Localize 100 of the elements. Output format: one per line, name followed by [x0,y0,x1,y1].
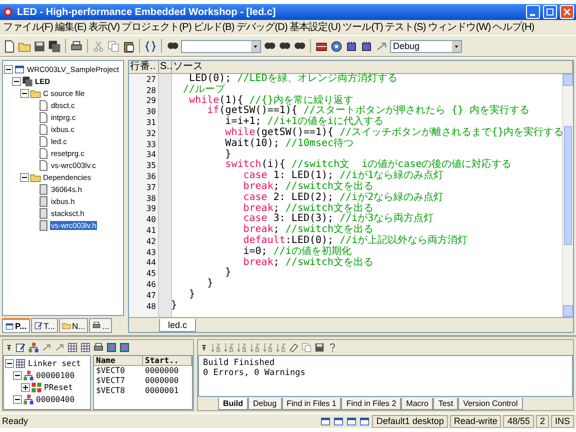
column-header[interactable]: ソース [172,61,573,73]
vertical-scrollbar[interactable] [562,74,573,317]
column-header[interactable]: Name [94,356,143,366]
close-button[interactable] [560,5,574,19]
code-line: break; //switch文を出る [242,204,374,214]
tree-item[interactable]: PReset [43,382,74,392]
code-line: } [206,279,214,290]
collapse-icon[interactable] [13,370,22,380]
help-icon[interactable] [327,342,338,353]
line-number: 41 [145,226,157,236]
file-icon [38,196,49,206]
tree-item[interactable]: Linker sect [27,358,82,368]
tree-item[interactable]: 00000100 [35,370,76,380]
maximize-button[interactable] [543,5,557,19]
file-icon [38,148,49,158]
collapse-icon[interactable] [12,76,21,86]
window-title: LED - High-performance Embedded Workshop - [led.c] [17,6,277,18]
sort-icon[interactable] [236,342,247,353]
code-line: break; //switch文を出る [242,182,374,192]
output-tab[interactable]: Build [218,398,248,410]
code-line: i=i+1; //i+1の値をiに代入する [224,117,384,128]
menu-item[interactable]: 表示(V) [87,21,121,34]
menu-item[interactable]: ヘルプ(H) [492,21,536,34]
network-icon[interactable] [28,342,39,353]
output-tab[interactable]: Find in Files 1 [282,398,342,410]
output-tab[interactable]: Debug [248,398,282,410]
column-header[interactable]: Start.. [143,356,192,366]
window-icon[interactable] [333,416,344,426]
table-cell-text: 0000000 [144,376,180,386]
line-number: 33 [145,140,157,149]
find-field[interactable] [181,40,261,52]
collapse-icon[interactable] [20,88,29,98]
window-icon[interactable] [359,416,370,426]
code-line: } [188,290,196,301]
grid-icon[interactable] [67,342,78,353]
menu-item[interactable]: テスト(S) [384,21,427,34]
workspace-tab[interactable]: P... [2,318,30,333]
sort-icon[interactable] [262,342,273,353]
arrow-icon[interactable] [41,342,52,353]
line-number: 36 [145,172,157,182]
grip-icon [5,342,13,352]
table-cell-text: $VECT7 [95,376,126,386]
sort-icon[interactable] [223,342,234,353]
expand-icon[interactable] [21,382,30,392]
window-icon[interactable] [346,416,358,426]
collapse-icon[interactable] [5,358,14,368]
paste-icon[interactable] [122,40,135,52]
output-tab[interactable]: Version Control [458,398,523,410]
blocks-icon [31,382,42,392]
eraser-icon[interactable] [288,342,299,353]
output-tab[interactable]: Find in Files 2 [341,398,402,410]
output-tab[interactable]: Macro [401,398,434,410]
braces-icon[interactable] [144,40,157,52]
menu-item[interactable]: 編集(E) [54,21,88,34]
menu-item[interactable]: ウィンドウ(W) [426,21,492,34]
workspace-tab[interactable]: T... [30,318,58,333]
dropdown-icon [252,42,259,50]
menu-item[interactable]: ツール(T) [342,21,384,34]
minimize-button[interactable] [526,5,540,19]
grip-icon [200,342,208,352]
output-tab[interactable]: Test [433,398,458,410]
file-tab[interactable]: led.c [159,318,196,332]
tab-icon [34,321,43,330]
chip-icon[interactable] [345,40,358,52]
sort-icon[interactable] [210,342,221,353]
menu-item[interactable]: ビルド(B) [192,21,236,34]
workspace-tab[interactable]: ... [89,318,112,333]
line-number: 39 [145,204,157,214]
workspace-tab[interactable]: N... [59,318,88,333]
menu-item[interactable]: ファイル(F) [2,21,54,34]
edit-icon[interactable] [15,342,26,353]
maximize-icon [546,8,554,16]
code-line: case 3: LED(3); //iが3なら両方点灯 [242,214,434,224]
network-icon [23,370,34,380]
print-icon[interactable] [93,342,104,353]
print-icon[interactable] [70,40,83,52]
window-icon[interactable] [320,416,332,426]
table-cell-text: $VECT8 [95,386,126,396]
column-header[interactable]: 行番.. [129,61,159,73]
chip-icon[interactable] [360,40,373,52]
save-icon[interactable] [33,40,46,52]
collapse-icon[interactable] [4,64,13,74]
menu-item[interactable]: 基本設定(U) [288,21,342,34]
session-dropdown[interactable]: Debug [390,40,462,52]
collapse-icon[interactable] [13,394,22,404]
new-file-icon[interactable] [3,40,16,52]
dropdown-icon [453,42,460,50]
menu-item[interactable]: デバッグ(D) [235,21,288,34]
table-cell-text: 0000000 [144,366,180,376]
line-number: 42 [145,236,157,246]
tree-item[interactable]: 00000400 [35,394,76,404]
line-number: 48 [145,302,157,311]
save-icon[interactable] [314,342,325,353]
sort-icon[interactable] [249,342,260,353]
code-line: if(getSW()==1){ //スタートボタンが押されたら {} 内を実行する [206,106,530,116]
grid-icon[interactable] [80,342,91,353]
menu-item[interactable]: プロジェクト(P) [120,21,192,34]
column-header[interactable]: S.. [159,61,172,73]
collapse-icon[interactable] [20,172,29,182]
disk-icon[interactable] [330,40,343,52]
